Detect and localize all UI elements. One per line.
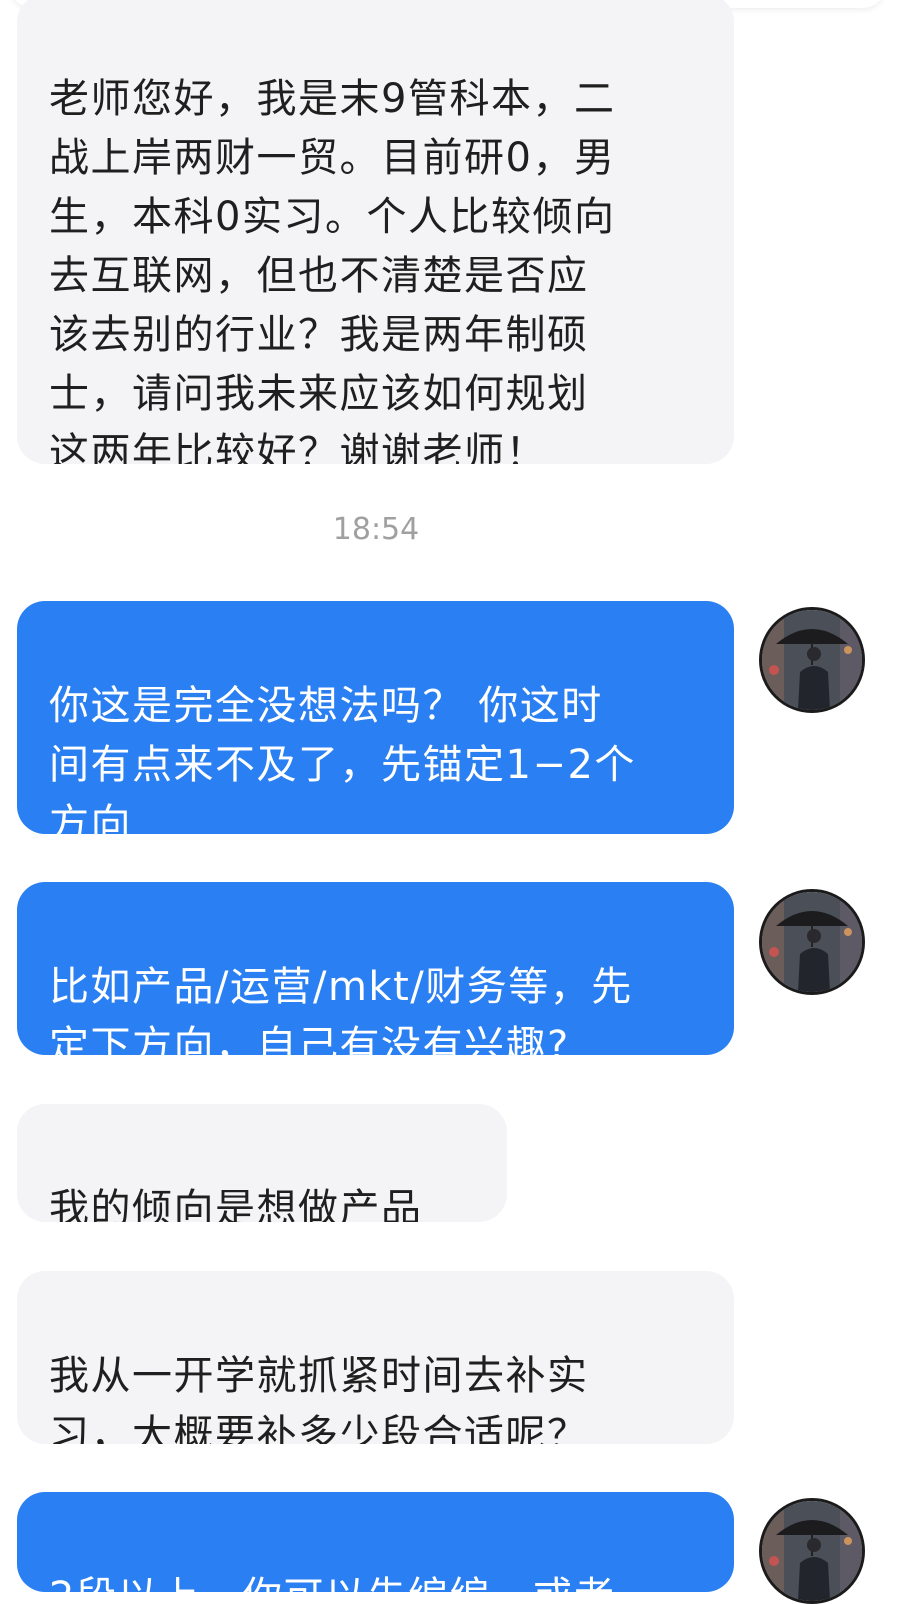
mentor-avatar[interactable] (759, 1498, 865, 1604)
message-bubble-incoming[interactable]: 老师您好，我是末9管科本，二 战上岸两财一贸。目前研0，男 生，本科0实习。个人… (17, 0, 734, 464)
message-bubble-incoming[interactable]: 我从一开学就抓紧时间去补实 习，大概要补多少段合适呢？ (17, 1271, 734, 1444)
message-bubble-outgoing[interactable]: 你这是完全没想法吗？ 你这时 间有点来不及了，先锚定1−2个 方向 (17, 601, 734, 834)
message-text: 老师您好，我是末9管科本，二 战上岸两财一贸。目前研0，男 生，本科0实习。个人… (49, 76, 616, 464)
message-text: 2段以上，你可以先编编，或者 (49, 1574, 615, 1592)
person-with-umbrella-avatar-icon (762, 1501, 862, 1601)
message-bubble-incoming[interactable]: 我的倾向是想做产品 (17, 1104, 507, 1222)
mentor-avatar[interactable] (759, 607, 865, 713)
message-bubble-outgoing[interactable]: 比如产品/运营/mkt/财务等，先 定下方向，自己有没有兴趣? (17, 882, 734, 1055)
mentor-avatar[interactable] (759, 889, 865, 995)
message-text: 我的倾向是想做产品 (49, 1186, 423, 1222)
message-text: 比如产品/运营/mkt/财务等，先 定下方向，自己有没有兴趣? (49, 964, 633, 1055)
person-with-umbrella-avatar-icon (762, 892, 862, 992)
message-text: 我从一开学就抓紧时间去补实 习，大概要补多少段合适呢？ (49, 1353, 589, 1444)
person-with-umbrella-avatar-icon (762, 610, 862, 710)
message-timestamp: 18:54 (332, 512, 420, 547)
message-bubble-outgoing[interactable]: 2段以上，你可以先编编，或者 (17, 1492, 734, 1592)
message-text: 你这是完全没想法吗？ 你这时 间有点来不及了，先锚定1−2个 方向 (49, 683, 636, 834)
